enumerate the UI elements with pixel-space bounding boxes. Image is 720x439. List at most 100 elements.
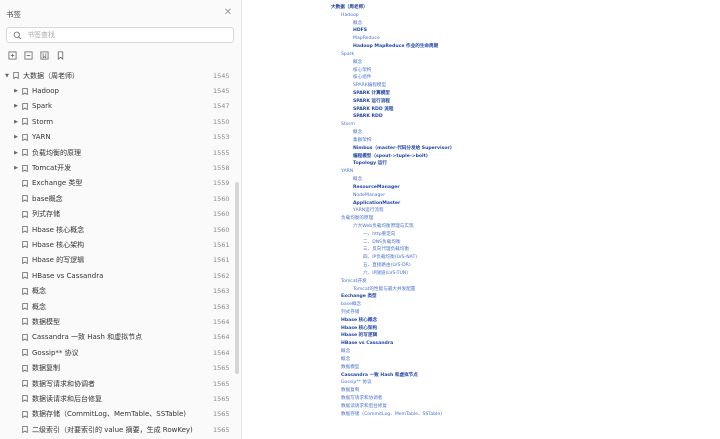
document-outline-link[interactable]: 概念	[353, 130, 362, 136]
document-outline-link[interactable]: YARN	[341, 169, 353, 175]
bookmark-item[interactable]: 数据模型 1564	[0, 314, 242, 329]
chevron-right-icon[interactable]: ▶	[13, 134, 19, 140]
bookmark-item[interactable]: 数据读请求和后台修复 1565	[0, 391, 242, 406]
document-outline-link[interactable]: 概念	[341, 349, 350, 355]
bookmark-search-box[interactable]	[6, 27, 234, 43]
document-outline-link[interactable]: 负载均衡的原理	[341, 216, 373, 222]
document-outline-link[interactable]: Tomcat开发	[341, 279, 367, 285]
document-outline-link[interactable]: 概念	[353, 177, 362, 183]
document-outline-link[interactable]: 核心架构	[353, 68, 371, 74]
bookmark-item[interactable]: Hbase 核心概念 1560	[0, 222, 242, 237]
bookmark-options-button[interactable]	[55, 50, 65, 60]
chevron-right-icon[interactable]: ▶	[13, 103, 19, 109]
document-outline-link[interactable]: 概念	[341, 357, 350, 363]
document-outline-link[interactable]: 六大Web负载均衡原理与实现	[353, 224, 414, 230]
document-outline-link[interactable]: ResourceManager	[353, 185, 400, 191]
document-outline-link[interactable]: 列式存储	[341, 310, 359, 316]
document-outline-link[interactable]: 数据读请求和后台修复	[341, 404, 387, 410]
document-outline-link[interactable]: NodeManager	[353, 193, 385, 199]
bookmark-item[interactable]: Hbase 的写逻辑 1561	[0, 253, 242, 268]
bookmark-item[interactable]: HBase vs Cassandra 1562	[0, 268, 242, 283]
bookmark-item[interactable]: 二级索引（对要索引的 value 摘要，生成 RowKey) 1565	[0, 422, 242, 437]
document-outline-link[interactable]: SPARK RDD 流程	[353, 107, 393, 113]
document-outline-link[interactable]: 概念	[353, 60, 362, 66]
document-outline-link[interactable]: 数据写请求和协调者	[341, 396, 382, 402]
bookmark-page-number: 1565	[213, 394, 230, 403]
document-outline-link[interactable]: 大数据（周老师）	[331, 5, 368, 11]
document-outline-link[interactable]: HDFS	[353, 28, 367, 34]
document-outline-link[interactable]: 概念	[353, 21, 362, 27]
bookmark-icon	[22, 195, 28, 203]
close-icon[interactable]: ✕	[222, 7, 234, 19]
document-outline-link[interactable]: 数据存储（CommitLog、MemTable、SSTable)	[341, 412, 442, 418]
bookmark-item[interactable]: Hbase 核心架构 1561	[0, 237, 242, 252]
document-outline-link[interactable]: 三、反向代理负载均衡	[363, 247, 409, 253]
document-outline-link[interactable]: SPARK 运行流程	[353, 99, 390, 105]
bookmark-item[interactable]: ▶ Spark 1547	[0, 99, 242, 114]
document-outline-link[interactable]: Hadoop MapReduce 作业的生命周期	[353, 44, 438, 50]
document-outline-link[interactable]: 二、DNS负载均衡	[363, 240, 400, 246]
scrollbar-thumb[interactable]	[235, 182, 239, 374]
chevron-right-icon[interactable]: ▶	[13, 119, 19, 125]
bookmark-item[interactable]: ▶ Storm 1550	[0, 114, 242, 129]
bookmark-item[interactable]: 列式存储 1560	[0, 207, 242, 222]
document-outline-link[interactable]: Nimbus（master-代码分发给 Supervisor)	[353, 146, 452, 152]
document-outline-link[interactable]: SPARK RDD	[353, 114, 383, 120]
bookmark-item[interactable]: 数据写请求和协调者 1565	[0, 376, 242, 391]
bookmark-page-number: 1561	[213, 240, 230, 249]
document-outline-link[interactable]: Exchange 类型	[341, 294, 377, 300]
bookmark-page-number: 1565	[213, 425, 230, 434]
bookmark-item[interactable]: ▶ Hadoop 1545	[0, 83, 242, 98]
bookmark-item[interactable]: 数据存储（CommitLog、MemTable、SSTable) 1565	[0, 407, 242, 422]
document-outline-link[interactable]: 六、IP隧道(LVS-TUN)	[363, 271, 408, 277]
bookmark-search-input[interactable]	[27, 31, 227, 39]
document-outline-link[interactable]: Hbase 核心概念	[341, 318, 377, 324]
bookmark-item[interactable]: 数据复制 1565	[0, 360, 242, 375]
document-outline-link[interactable]: Hbase 的写逻辑	[341, 333, 377, 339]
document-outline-link[interactable]: 四、IP负载均衡(LVS-NAT)	[363, 255, 417, 261]
document-outline-link[interactable]: SPARK编程模型	[353, 83, 386, 89]
document-outline-link[interactable]: 核心组件	[353, 75, 371, 81]
document-outline-link[interactable]: Hbase 核心架构	[341, 326, 377, 332]
bookmark-page-number: 1564	[213, 333, 230, 342]
document-outline-link[interactable]: Gossip** 协议	[341, 380, 372, 386]
bookmark-label: 数据模型	[32, 317, 60, 326]
document-outline-link[interactable]: Storm	[341, 122, 355, 128]
bookmark-item[interactable]: Gossip** 协议 1564	[0, 345, 242, 360]
document-outline-link[interactable]: Tomcat的性能与最大并发配置	[353, 287, 415, 293]
document-outline-link[interactable]: Topology 运行	[353, 161, 387, 167]
bookmark-item[interactable]: Exchange 类型 1559	[0, 176, 242, 191]
document-outline-link[interactable]: HBase vs Cassandra	[341, 341, 393, 347]
bookmark-item[interactable]: ▶ 负载均衡的原理 1555	[0, 145, 242, 160]
document-outline-link[interactable]: Spark	[341, 52, 354, 58]
chevron-down-icon[interactable]: ▼	[4, 73, 10, 79]
document-outline-link[interactable]: 数据模型	[341, 365, 359, 371]
bookmark-item[interactable]: 概念 1563	[0, 299, 242, 314]
bookmark-item[interactable]: ▶ Tomcat开发 1558	[0, 160, 242, 175]
bookmark-item[interactable]: Cassandra 一致 Hash 和虚拟节点 1564	[0, 330, 242, 345]
document-outline-link[interactable]: base概念	[341, 302, 361, 308]
add-bookmark-button[interactable]	[39, 50, 49, 60]
bookmark-item[interactable]: base概念 1560	[0, 191, 242, 206]
bookmark-item[interactable]: ▼ 大数据（周老师） 1545	[0, 68, 242, 83]
document-outline-link[interactable]: 五、直接路由(LVS-DR)	[363, 263, 411, 269]
document-outline-link[interactable]: SPARK 计算模型	[353, 91, 390, 97]
bookmark-item[interactable]: 概念 1563	[0, 283, 242, 298]
bookmark-item[interactable]: ▶ YARN 1553	[0, 130, 242, 145]
collapse-all-button[interactable]	[23, 50, 33, 60]
chevron-right-icon[interactable]: ▶	[13, 88, 19, 94]
document-outline-link[interactable]: 集群架构	[353, 138, 371, 144]
document-outline-link[interactable]: Cassandra 一致 Hash 和虚拟节点	[341, 373, 418, 379]
chevron-right-icon[interactable]: ▶	[13, 150, 19, 156]
document-outline-link[interactable]: YARN运行流程	[353, 208, 384, 214]
expand-all-button[interactable]	[7, 50, 17, 60]
document-outline-link[interactable]: 一、http重定向	[363, 232, 395, 238]
document-outline-link[interactable]: 数据复制	[341, 388, 359, 394]
chevron-right-icon[interactable]: ▶	[13, 165, 19, 171]
document-outline-link[interactable]: Hadoop	[341, 13, 359, 19]
document-outline-link[interactable]: 编程模型（spout->tuple->bolt)	[353, 154, 428, 160]
document-outline-link[interactable]: MapReduce	[353, 36, 380, 42]
document-outline-link[interactable]: ApplicationMaster	[353, 201, 400, 207]
bookmark-page-number: 1555	[213, 148, 230, 157]
bookmark-label: 列式存储	[32, 210, 60, 219]
